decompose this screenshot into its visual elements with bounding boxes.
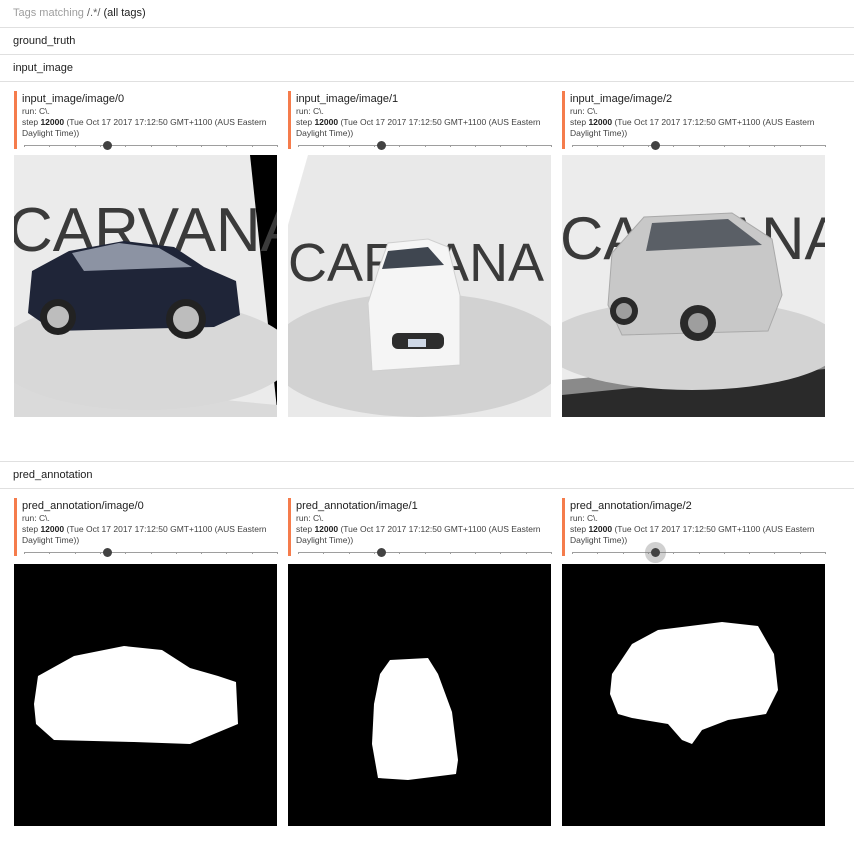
card-header: input_image/image/2 run: C\. step 12000 … <box>562 91 828 150</box>
card-header: pred_annotation/image/0 run: C\. step 12… <box>14 498 280 557</box>
category-pred-annotation[interactable]: pred_annotation <box>0 462 854 489</box>
card-step-info: step 12000 (Tue Oct 17 2017 17:12:50 GMT… <box>570 117 828 139</box>
card-run: run: C\. <box>22 513 50 523</box>
slider-knob[interactable] <box>651 141 661 150</box>
card-header: input_image/image/1 run: C\. step 12000 … <box>288 91 554 150</box>
slider-knob[interactable] <box>103 548 113 557</box>
card-run: run: C\. <box>570 106 598 116</box>
step-value: 12000 <box>314 117 339 127</box>
input-image-2: CARVANA <box>562 155 825 417</box>
card-title: input_image/image/1 <box>296 93 399 105</box>
input-image-0: CARVANA <box>14 155 277 417</box>
step-value: 12000 <box>588 117 613 127</box>
card-header: pred_annotation/image/1 run: C\. step 12… <box>288 498 554 557</box>
step-prefix: step <box>22 117 41 127</box>
step-value: 12000 <box>314 524 339 534</box>
card-title: pred_annotation/image/1 <box>296 500 418 512</box>
input-image-section: input_image/image/0 run: C\. step 12000 … <box>0 82 854 462</box>
pred-mask-image-0 <box>14 564 277 826</box>
card-step-info: step 12000 (Tue Oct 17 2017 17:12:50 GMT… <box>296 117 554 139</box>
step-slider[interactable] <box>298 141 552 150</box>
card-title: input_image/image/0 <box>22 93 125 105</box>
card-step-info: step 12000 (Tue Oct 17 2017 17:12:50 GMT… <box>22 524 280 546</box>
step-slider[interactable] <box>572 548 826 557</box>
image-card: pred_annotation/image/2 run: C\. step 12… <box>562 498 828 826</box>
slider-knob[interactable] <box>377 141 387 150</box>
pred-mask-image-2 <box>562 564 825 826</box>
step-value: 12000 <box>588 524 613 534</box>
card-run: run: C\. <box>296 106 324 116</box>
input-image-1: CARVANA <box>288 155 551 417</box>
step-prefix: step <box>296 524 315 534</box>
image-card: pred_annotation/image/1 run: C\. step 12… <box>288 498 554 826</box>
step-slider[interactable] <box>572 141 826 150</box>
step-slider[interactable] <box>24 548 278 557</box>
tags-filter-pattern[interactable]: /.*/ <box>87 7 100 19</box>
tags-filter-prefix: Tags matching <box>13 7 87 19</box>
card-run: run: C\. <box>296 513 324 523</box>
card-step-info: step 12000 (Tue Oct 17 2017 17:12:50 GMT… <box>22 117 280 139</box>
category-input-image[interactable]: input_image <box>0 55 854 82</box>
card-run: run: C\. <box>22 106 50 116</box>
pred-annotation-section: pred_annotation/image/0 run: C\. step 12… <box>0 489 854 866</box>
image-card: input_image/image/1 run: C\. step 12000 … <box>288 91 554 417</box>
slider-knob[interactable] <box>103 141 113 150</box>
step-slider[interactable] <box>298 548 552 557</box>
image-card: input_image/image/0 run: C\. step 12000 … <box>14 91 280 417</box>
tags-filter-header: Tags matching /.*/ (all tags) <box>0 0 854 28</box>
image-card: pred_annotation/image/0 run: C\. step 12… <box>14 498 280 826</box>
step-prefix: step <box>296 117 315 127</box>
card-step-info: step 12000 (Tue Oct 17 2017 17:12:50 GMT… <box>296 524 554 546</box>
step-prefix: step <box>22 524 41 534</box>
step-prefix: step <box>570 117 589 127</box>
card-header: input_image/image/0 run: C\. step 12000 … <box>14 91 280 150</box>
tags-filter-all-tags: (all tags) <box>103 7 146 19</box>
step-value: 12000 <box>40 524 65 534</box>
slider-knob[interactable] <box>377 548 387 557</box>
slider-knob[interactable] <box>651 548 661 557</box>
image-card: input_image/image/2 run: C\. step 12000 … <box>562 91 828 417</box>
card-header: pred_annotation/image/2 run: C\. step 12… <box>562 498 828 557</box>
step-prefix: step <box>570 524 589 534</box>
step-value: 12000 <box>40 117 65 127</box>
card-title: pred_annotation/image/2 <box>570 500 692 512</box>
category-ground-truth[interactable]: ground_truth <box>0 28 854 55</box>
step-slider[interactable] <box>24 141 278 150</box>
card-title: input_image/image/2 <box>570 93 673 105</box>
card-title: pred_annotation/image/0 <box>22 500 144 512</box>
pred-mask-image-1 <box>288 564 551 826</box>
card-step-info: step 12000 (Tue Oct 17 2017 17:12:50 GMT… <box>570 524 828 546</box>
card-run: run: C\. <box>570 513 598 523</box>
